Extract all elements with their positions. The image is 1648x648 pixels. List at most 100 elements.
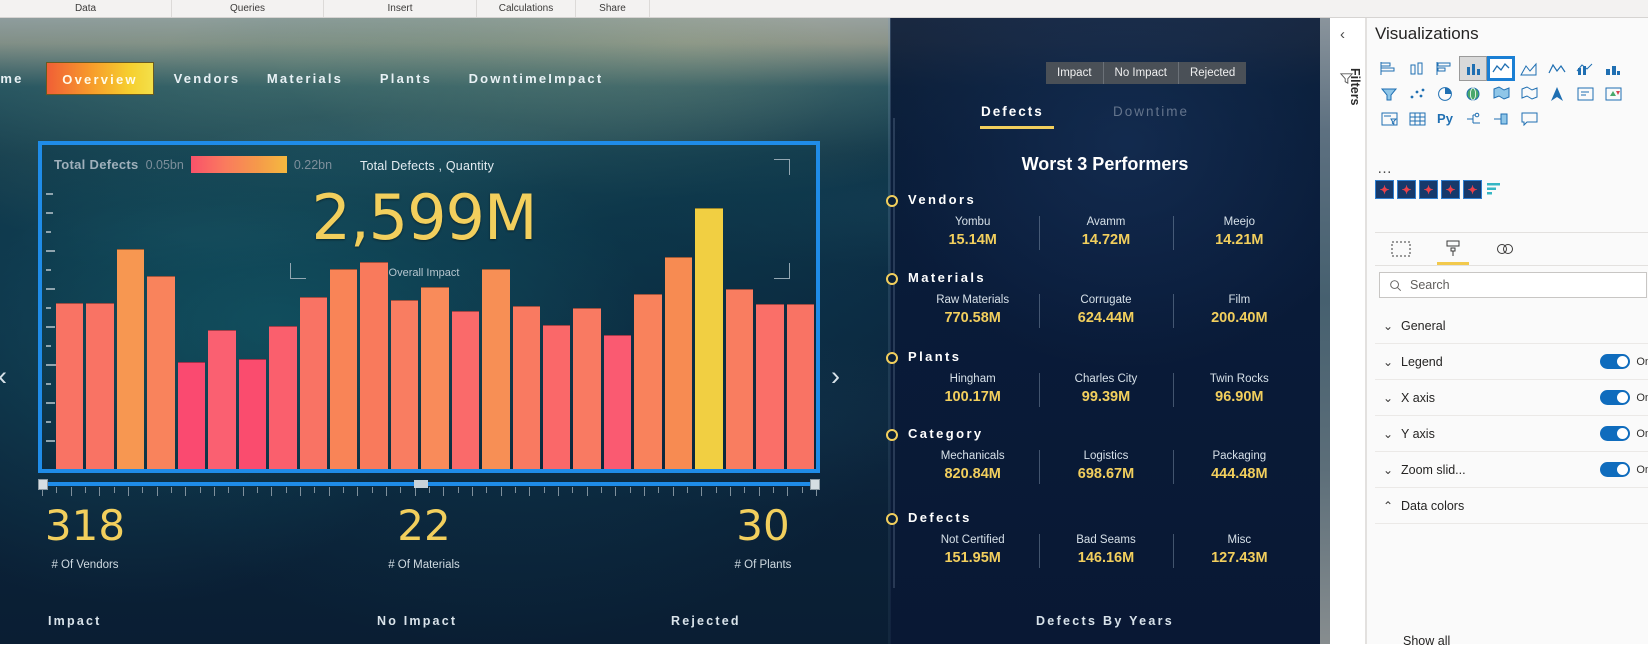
format-section-zoom-slid[interactable]: ⌄ Zoom slid... On [1375, 452, 1648, 488]
ribbon-tab-insert[interactable]: Insert [324, 0, 477, 17]
bar-22[interactable] [695, 208, 723, 469]
area-chart-icon[interactable] [1515, 56, 1543, 81]
bar-18[interactable] [573, 308, 601, 469]
table-visual-icon[interactable] [1403, 106, 1431, 131]
format-section-data-colors[interactable]: ⌃ Data colors [1375, 488, 1648, 524]
filled-map-icon[interactable] [1487, 81, 1515, 106]
collapse-pane-chevron-icon[interactable]: ‹ [1340, 26, 1345, 43]
bar-9[interactable] [299, 297, 327, 469]
zoom-slider-handle-middle[interactable] [414, 480, 429, 488]
nav-tab-plants[interactable]: Plants [363, 62, 449, 95]
format-section-x-axis[interactable]: ⌄ X axis On [1375, 380, 1648, 416]
filter-button-rejected[interactable]: Rejected [1178, 62, 1247, 84]
bar-17[interactable] [543, 325, 571, 469]
slicer-icon[interactable] [1375, 106, 1403, 131]
line-chart-icon-selected[interactable] [1487, 56, 1515, 81]
chevron-down-icon[interactable]: ⌄ [1375, 427, 1401, 441]
azure-map-icon[interactable] [1543, 81, 1571, 106]
pane-tab-strip[interactable] [1375, 232, 1648, 266]
chevron-up-icon[interactable]: ⌃ [1375, 499, 1401, 513]
bar-15[interactable] [482, 269, 510, 469]
key-influencers-icon[interactable] [1487, 106, 1515, 131]
right-panel-tab-downtime[interactable]: Downtime [1113, 104, 1189, 119]
globe-map-icon[interactable] [1459, 81, 1487, 106]
previous-page-arrow-icon[interactable]: ‹ [0, 363, 7, 390]
ribbon-tab-share[interactable]: Share [576, 0, 650, 17]
custom-visual-icon-6[interactable] [1485, 180, 1504, 199]
bar-20[interactable] [634, 294, 662, 469]
bar-10[interactable] [329, 269, 358, 469]
custom-visual-icon-3[interactable]: ✦ [1419, 180, 1438, 199]
ribbon-chart-icon[interactable] [1599, 56, 1627, 81]
bar-1[interactable] [56, 303, 84, 469]
ribbon-tab-queries[interactable]: Queries [172, 0, 324, 17]
format-search-input[interactable]: Search [1379, 272, 1647, 298]
bar-21[interactable] [664, 257, 693, 469]
bar-16[interactable] [512, 306, 540, 469]
bar-12[interactable] [390, 300, 419, 469]
bar-6[interactable] [208, 330, 236, 469]
format-section-legend[interactable]: ⌄ Legend On [1375, 344, 1648, 380]
custom-visual-icon-4[interactable]: ✦ [1441, 180, 1460, 199]
show-all-link[interactable]: Show all [1403, 634, 1450, 648]
format-pane-tab[interactable] [1427, 233, 1479, 266]
bar-7[interactable] [238, 359, 267, 469]
line-and-clustered-column-chart-icon[interactable] [1571, 56, 1599, 81]
format-section-toggle[interactable] [1600, 462, 1631, 477]
bar-5[interactable] [177, 362, 206, 469]
chevron-down-icon[interactable]: ⌄ [1375, 319, 1401, 333]
stacked-bar-chart-icon[interactable] [1375, 56, 1403, 81]
bar-24[interactable] [756, 304, 784, 469]
custom-visual-icon-1[interactable]: ✦ [1375, 180, 1394, 199]
chevron-down-icon[interactable]: ⌄ [1375, 463, 1401, 477]
analytics-pane-tab[interactable] [1479, 233, 1531, 266]
bar-19[interactable] [603, 335, 632, 469]
format-section-y-axis[interactable]: ⌄ Y axis On [1375, 416, 1648, 452]
format-section-toggle[interactable] [1600, 390, 1631, 405]
next-page-arrow-icon[interactable]: › [831, 363, 840, 390]
visual-type-icon-grid[interactable]: Py [1375, 56, 1648, 131]
top-filter-button-group[interactable]: Impact No Impact Rejected [1046, 62, 1247, 84]
scatter-chart-icon[interactable] [1403, 81, 1431, 106]
right-panel-tab-defects[interactable]: Defects [981, 104, 1044, 119]
format-section-toggle[interactable] [1600, 426, 1631, 441]
nav-tab-vendors[interactable]: Vendors [158, 62, 256, 95]
fields-pane-tab[interactable] [1375, 233, 1427, 266]
custom-visual-icon-5[interactable]: ✦ [1463, 180, 1482, 199]
bar-8[interactable] [269, 326, 297, 469]
nav-tab-materials[interactable]: Materials [251, 62, 359, 95]
zoom-slider-handle-right[interactable] [810, 479, 820, 490]
custom-visuals-grid[interactable]: ✦ ✦ ✦ ✦ ✦ [1375, 180, 1648, 199]
kpi-visual-icon[interactable] [1599, 81, 1627, 106]
nav-tab-me[interactable]: me [0, 62, 42, 95]
stacked-column-chart-icon[interactable] [1403, 56, 1431, 81]
pie-chart-icon[interactable] [1431, 81, 1459, 106]
ribbon-tab-calculations[interactable]: Calculations [477, 0, 576, 17]
zoom-slider-handle-left[interactable] [38, 479, 48, 490]
bar-11[interactable] [360, 262, 388, 469]
zoom-slider-track[interactable] [38, 482, 820, 486]
bar-series[interactable] [56, 205, 814, 469]
bar-2[interactable] [86, 303, 114, 469]
zoom-slider[interactable] [38, 473, 820, 501]
bar-25[interactable] [786, 304, 814, 469]
chevron-down-icon[interactable]: ⌄ [1375, 391, 1401, 405]
clustered-column-chart-icon[interactable] [1459, 56, 1487, 81]
format-section-toggle[interactable] [1600, 354, 1631, 369]
bar-chart-visual[interactable]: Total Defects 0.05bn 0.22bn Total Defect… [42, 145, 816, 469]
clustered-bar-chart-icon[interactable] [1431, 56, 1459, 81]
filters-collapsed-strip[interactable]: ‹ Filters [1332, 18, 1366, 644]
selected-visual-container[interactable]: Total Defects 0.05bn 0.22bn Total Defect… [38, 141, 820, 473]
line-and-stacked-column-chart-icon[interactable] [1543, 56, 1571, 81]
filter-button-impact[interactable]: Impact [1046, 62, 1104, 84]
nav-tab-downtimeimpact[interactable]: DowntimeImpact [452, 62, 620, 95]
ribbon-tab-data[interactable]: Data [0, 0, 172, 17]
more-visuals-ellipsis-icon[interactable]: … [1377, 160, 1394, 177]
custom-visual-icon-2[interactable]: ✦ [1397, 180, 1416, 199]
python-visual-icon[interactable]: Py [1431, 106, 1459, 131]
bar-13[interactable] [421, 287, 449, 469]
card-visual-icon[interactable] [1571, 81, 1599, 106]
shape-map-icon[interactable] [1515, 81, 1543, 106]
report-canvas[interactable]: me Overview Vendors Materials Plants Downtime… [0, 18, 1330, 644]
format-section-general[interactable]: ⌄ General [1375, 308, 1648, 344]
